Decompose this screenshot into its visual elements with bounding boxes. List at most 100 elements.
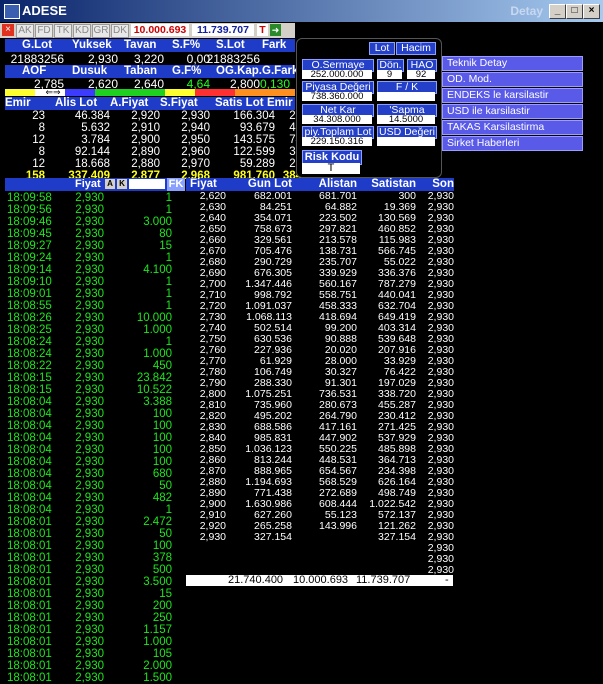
summary-header: Taban	[124, 65, 158, 77]
trade-time: 18:08:24	[7, 348, 52, 360]
menu-item[interactable]: OD. Mod.	[442, 72, 583, 87]
depth-header-3[interactable]: Satistan	[364, 178, 416, 190]
trade-price: 2,930	[75, 588, 104, 600]
trade-price: 2,930	[75, 324, 104, 336]
depth-header-4[interactable]: Son	[430, 178, 454, 190]
trade-lot: 10.000	[136, 312, 172, 324]
netkar-value: 34.308.000	[302, 115, 372, 124]
summary-header: G.Lot	[22, 39, 53, 51]
toolbar-button-kd[interactable]: KD	[73, 24, 91, 38]
toolbar-button-tk[interactable]: TK	[54, 24, 72, 38]
trade-lot: 1	[165, 252, 172, 264]
menu-item[interactable]: USD ile karsilastir	[442, 104, 583, 119]
trade-price: 2,930	[75, 444, 104, 456]
trade-price: 2,930	[75, 396, 104, 408]
summary-header: Tavan	[124, 39, 157, 51]
trade-price: 2,930	[75, 336, 104, 348]
trade-price: 2,930	[75, 252, 104, 264]
depth-header-2[interactable]: Alistan	[305, 178, 357, 190]
emir-cell: 8	[38, 122, 45, 134]
trade-time: 18:09:10	[7, 276, 52, 288]
trade-price: 2,930	[75, 552, 104, 564]
trade-time: 18:08:04	[7, 492, 52, 504]
toolbar-button-fd[interactable]: FD	[35, 24, 53, 38]
summary-value: 21883256	[10, 52, 64, 66]
trade-price: 2,930	[75, 372, 104, 384]
trade-time: 18:08:01	[7, 672, 52, 684]
trade-price: 2,930	[75, 600, 104, 612]
emir-cell: 2,950	[181, 134, 210, 146]
total-gun-lot: 21.740.400	[228, 574, 284, 586]
close-small-icon[interactable]: ×	[2, 24, 14, 36]
depth-cell: 2,930	[199, 531, 226, 543]
arrows-icon: ⇐⇒	[45, 87, 61, 97]
trade-price: 2,930	[75, 480, 104, 492]
trades-a-button[interactable]: A	[105, 179, 115, 189]
trade-lot: 1	[165, 276, 172, 288]
trades-fk-button[interactable]: FK	[167, 178, 185, 191]
trade-time: 18:09:58	[7, 192, 52, 204]
detail-label: Detay	[510, 4, 543, 18]
trade-time: 18:08:01	[7, 516, 52, 528]
app-icon	[4, 4, 20, 19]
toolbar-button-ak[interactable]: AK	[16, 24, 34, 38]
trade-price: 2,930	[75, 360, 104, 372]
trade-lot: 105	[152, 648, 172, 660]
trade-price: 2,930	[75, 408, 104, 420]
trade-time: 18:08:25	[7, 324, 52, 336]
depth-cell: 143.996	[319, 520, 357, 532]
toolbar: × AK FD TK KD GR DK 10.000.693 11.739.707 T ➜	[0, 23, 295, 38]
trade-lot: 1.000	[143, 324, 172, 336]
minimize-icon[interactable]: _	[549, 4, 566, 19]
hao-value: 92	[407, 70, 435, 79]
trade-lot: 250	[152, 612, 172, 624]
trade-time: 18:08:01	[7, 576, 52, 588]
trade-time: 18:09:46	[7, 216, 52, 228]
trade-lot: 680	[152, 468, 172, 480]
trade-time: 18:08:01	[7, 600, 52, 612]
menu-item[interactable]: ENDEKS le karsilastir	[442, 88, 583, 103]
scrollbar[interactable]	[595, 22, 603, 682]
menu-item[interactable]: Teknik Detay	[442, 56, 583, 71]
piy-toplam-value: 229.150.316	[302, 137, 372, 146]
menu-item[interactable]: Sirket Haberleri	[442, 136, 583, 151]
depth-cell: 327.154	[254, 531, 292, 543]
toolbar-button-gr[interactable]: GR	[92, 24, 110, 38]
trade-lot: 2.472	[143, 516, 172, 528]
trade-time: 18:08:01	[7, 660, 52, 672]
trade-price: 2,930	[75, 240, 104, 252]
toolbar-button-dk[interactable]: DK	[111, 24, 129, 38]
trade-time: 18:08:01	[7, 612, 52, 624]
trades-filter-input[interactable]	[129, 179, 165, 189]
trade-time: 18:08:04	[7, 420, 52, 432]
emir-header: A.Fiyat	[110, 97, 149, 109]
maximize-icon[interactable]: □	[566, 4, 583, 19]
t-button[interactable]: T	[257, 24, 268, 36]
trade-price: 2,930	[75, 432, 104, 444]
trade-lot: 1	[165, 300, 172, 312]
depth-header-0[interactable]: Fiyat	[190, 178, 226, 190]
arrow-right-icon[interactable]: ➜	[270, 24, 281, 36]
trade-price: 2,930	[75, 216, 104, 228]
emir-cell: 12	[32, 134, 45, 146]
trades-k-button[interactable]: K	[117, 179, 127, 189]
lot-button[interactable]: Lot	[369, 42, 395, 55]
close-icon[interactable]: ×	[583, 4, 600, 19]
trade-time: 18:09:27	[7, 240, 52, 252]
trade-lot: 500	[152, 564, 172, 576]
trade-price: 2,930	[75, 540, 104, 552]
depth-header-1[interactable]: Gun Lot	[244, 178, 292, 190]
trade-price: 2,930	[75, 564, 104, 576]
summary-header: OG.Kap.	[216, 65, 263, 77]
trade-price: 2,930	[75, 612, 104, 624]
menu-item[interactable]: TAKAS Karsilastirma	[442, 120, 583, 135]
price-red-field: 10.000.693	[131, 24, 189, 36]
trade-price: 2,930	[75, 456, 104, 468]
trade-time: 18:09:24	[7, 252, 52, 264]
trade-price: 2,930	[75, 648, 104, 660]
trades-fiyat-header[interactable]: Fiyat	[75, 178, 101, 190]
trade-lot: 482	[152, 492, 172, 504]
trade-time: 18:08:01	[7, 564, 52, 576]
hacim-button[interactable]: Hacim	[396, 42, 436, 55]
emir-header: S.Fiyat	[160, 97, 198, 109]
